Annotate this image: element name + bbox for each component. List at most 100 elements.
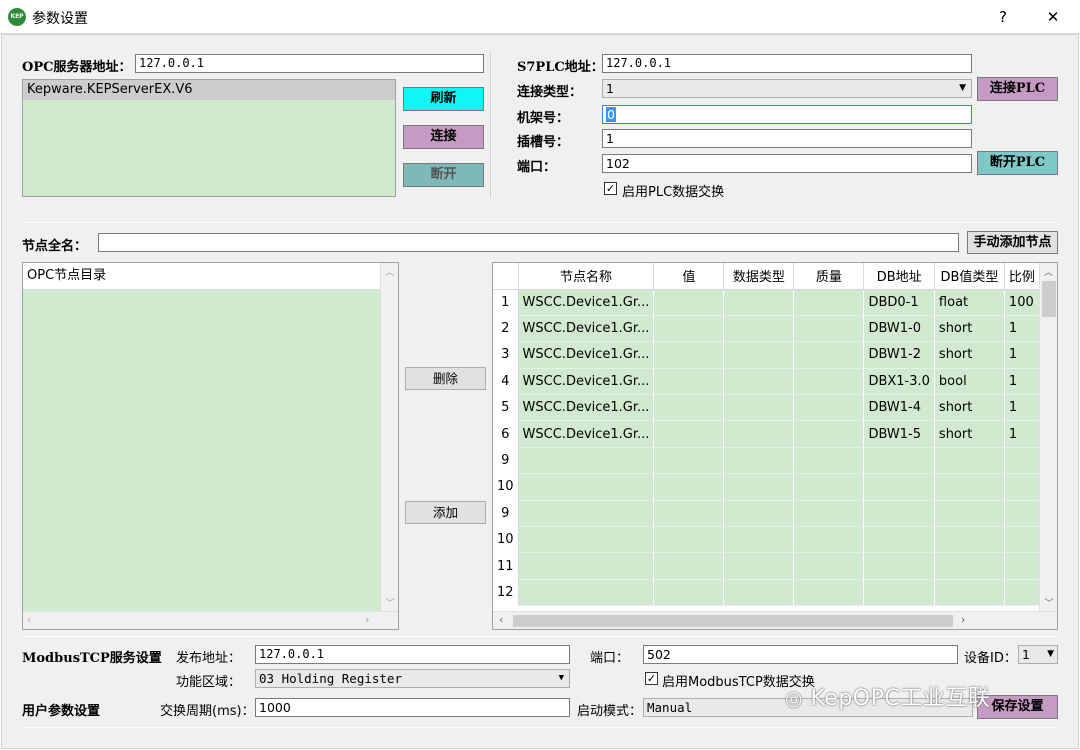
table-cell-db[interactable]: DBD0-1 <box>863 289 935 316</box>
help-button[interactable]: ? <box>988 6 1018 28</box>
table-row[interactable]: 2 WSCC.Device1.Gr... DBW1-0 short 1 <box>493 315 1055 343</box>
column-header[interactable]: 节点名称 <box>518 263 655 290</box>
plc-disconnect-button[interactable]: 断开PLC <box>977 151 1058 175</box>
table-cell-name[interactable]: WSCC.Device1.Gr... <box>518 420 655 448</box>
add-node-button[interactable]: 添加 <box>405 501 486 524</box>
table-cell-dbtype[interactable] <box>934 552 1005 580</box>
row-header[interactable]: 3 <box>493 341 519 369</box>
plc-port-input[interactable]: 102 <box>602 154 972 173</box>
node-fullname-input[interactable] <box>98 233 959 252</box>
table-cell-quality[interactable] <box>793 526 865 554</box>
row-header[interactable]: 2 <box>493 315 519 342</box>
table-cell-value[interactable] <box>653 341 725 369</box>
column-header[interactable]: 质量 <box>793 263 865 290</box>
table-cell-name[interactable]: WSCC.Device1.Gr... <box>518 341 655 369</box>
table-cell-dtype[interactable] <box>723 315 795 343</box>
table-row[interactable]: 12 <box>493 579 1055 607</box>
delete-node-button[interactable]: 删除 <box>405 367 486 390</box>
table-cell-quality[interactable] <box>793 447 865 475</box>
tree-vertical-scrollbar[interactable]: ︿ ﹀ <box>380 263 398 611</box>
table-cell-dbtype[interactable] <box>934 526 1005 554</box>
row-header[interactable]: 10 <box>493 526 519 553</box>
conn-type-select[interactable]: 1 ▼ <box>602 79 972 98</box>
table-cell-dtype[interactable] <box>723 579 795 607</box>
row-header[interactable]: 12 <box>493 579 519 606</box>
table-row[interactable]: 5 WSCC.Device1.Gr... DBW1-4 short 1 <box>493 394 1055 422</box>
opc-server-list[interactable]: Kepware.KEPServerEX.V6 <box>22 79 396 197</box>
row-header[interactable]: 1 <box>493 289 519 316</box>
table-row[interactable]: 11 <box>493 552 1055 580</box>
close-button[interactable]: ✕ <box>1038 6 1068 28</box>
grid-horizontal-scrollbar[interactable]: ‹ › <box>493 611 1057 629</box>
table-row[interactable]: 1 WSCC.Device1.Gr... DBD0-1 float 100 <box>493 289 1055 316</box>
scroll-left-icon[interactable]: ‹ <box>27 613 31 626</box>
scroll-down-icon[interactable]: ﹀ <box>1040 596 1057 609</box>
table-cell-name[interactable]: WSCC.Device1.Gr... <box>518 394 655 422</box>
table-row[interactable]: 10 <box>493 473 1055 501</box>
table-cell-dtype[interactable] <box>723 368 795 396</box>
table-cell-name[interactable]: WSCC.Device1.Gr... <box>518 315 655 343</box>
table-cell-dbtype[interactable]: short <box>934 394 1005 422</box>
table-cell-dbtype[interactable] <box>934 579 1005 607</box>
table-row[interactable]: 9 <box>493 447 1055 475</box>
column-header[interactable]: 值 <box>653 263 725 290</box>
table-cell-name[interactable] <box>518 526 655 554</box>
scroll-thumb[interactable] <box>513 615 953 627</box>
table-cell-dbtype[interactable]: short <box>934 420 1005 448</box>
column-header[interactable]: 数据类型 <box>723 263 795 290</box>
table-cell-db[interactable]: DBW1-0 <box>863 315 935 343</box>
table-cell-dtype[interactable] <box>723 526 795 554</box>
table-cell-value[interactable] <box>653 420 725 448</box>
table-cell-name[interactable] <box>518 579 655 607</box>
row-header[interactable]: 10 <box>493 473 519 501</box>
table-cell-quality[interactable] <box>793 473 865 501</box>
plc-address-input[interactable]: 127.0.0.1 <box>602 54 972 73</box>
table-cell-dtype[interactable] <box>723 341 795 369</box>
table-cell-dbtype[interactable] <box>934 500 1005 528</box>
table-cell-name[interactable]: WSCC.Device1.Gr... <box>518 289 655 316</box>
table-cell-db[interactable]: DBW1-4 <box>863 394 935 422</box>
scroll-left-icon[interactable]: ‹ <box>499 613 503 626</box>
opc-server-input[interactable]: 127.0.0.1 <box>135 54 484 73</box>
table-cell-value[interactable] <box>653 526 725 554</box>
table-cell-quality[interactable] <box>793 368 865 396</box>
table-cell-dbtype[interactable]: bool <box>934 368 1005 396</box>
table-cell-db[interactable] <box>863 526 935 554</box>
function-area-select[interactable]: 03 Holding Register ▼ <box>255 669 570 688</box>
table-cell-value[interactable] <box>653 447 725 475</box>
row-header[interactable]: 9 <box>493 447 519 474</box>
table-cell-dtype[interactable] <box>723 552 795 580</box>
grid-vertical-scrollbar[interactable]: ︿ ﹀ <box>1039 263 1057 611</box>
table-cell-db[interactable] <box>863 447 935 475</box>
opc-connect-button[interactable]: 连接 <box>403 125 484 149</box>
table-cell-dbtype[interactable]: short <box>934 315 1005 343</box>
table-cell-value[interactable] <box>653 394 725 422</box>
refresh-button[interactable]: 刷新 <box>403 87 484 111</box>
scroll-thumb[interactable] <box>1042 281 1056 317</box>
table-cell-name[interactable]: WSCC.Device1.Gr... <box>518 368 655 396</box>
table-cell-value[interactable] <box>653 289 725 316</box>
table-cell-value[interactable] <box>653 473 725 501</box>
table-cell-db[interactable] <box>863 473 935 501</box>
table-cell-dtype[interactable] <box>723 447 795 475</box>
table-cell-dtype[interactable] <box>723 500 795 528</box>
table-cell-quality[interactable] <box>793 315 865 343</box>
table-cell-dtype[interactable] <box>723 394 795 422</box>
node-grid[interactable]: 节点名称 值 数据类型 质量 DB地址 DB值类型 比例 1 WSCC.Devic… <box>492 262 1058 630</box>
modbus-port-input[interactable]: 502 <box>643 645 958 664</box>
table-cell-quality[interactable] <box>793 500 865 528</box>
table-cell-quality[interactable] <box>793 289 865 316</box>
slot-input[interactable]: 1 <box>602 129 972 148</box>
tree-horizontal-scrollbar[interactable]: ‹ › <box>23 611 398 629</box>
row-header[interactable]: 4 <box>493 368 519 395</box>
opc-node-tree[interactable]: OPC节点目录 ︿ ﹀ ‹ › <box>22 262 399 630</box>
table-cell-db[interactable] <box>863 500 935 528</box>
table-row[interactable]: 9 <box>493 500 1055 528</box>
scroll-down-icon[interactable]: ﹀ <box>381 596 399 609</box>
table-cell-db[interactable]: DBW1-2 <box>863 341 935 369</box>
table-cell-name[interactable] <box>518 552 655 580</box>
table-row[interactable]: 3 WSCC.Device1.Gr... DBW1-2 short 1 <box>493 341 1055 369</box>
table-cell-value[interactable] <box>653 368 725 396</box>
plc-connect-button[interactable]: 连接PLC <box>977 77 1058 101</box>
table-cell-dbtype[interactable]: float <box>934 289 1005 316</box>
